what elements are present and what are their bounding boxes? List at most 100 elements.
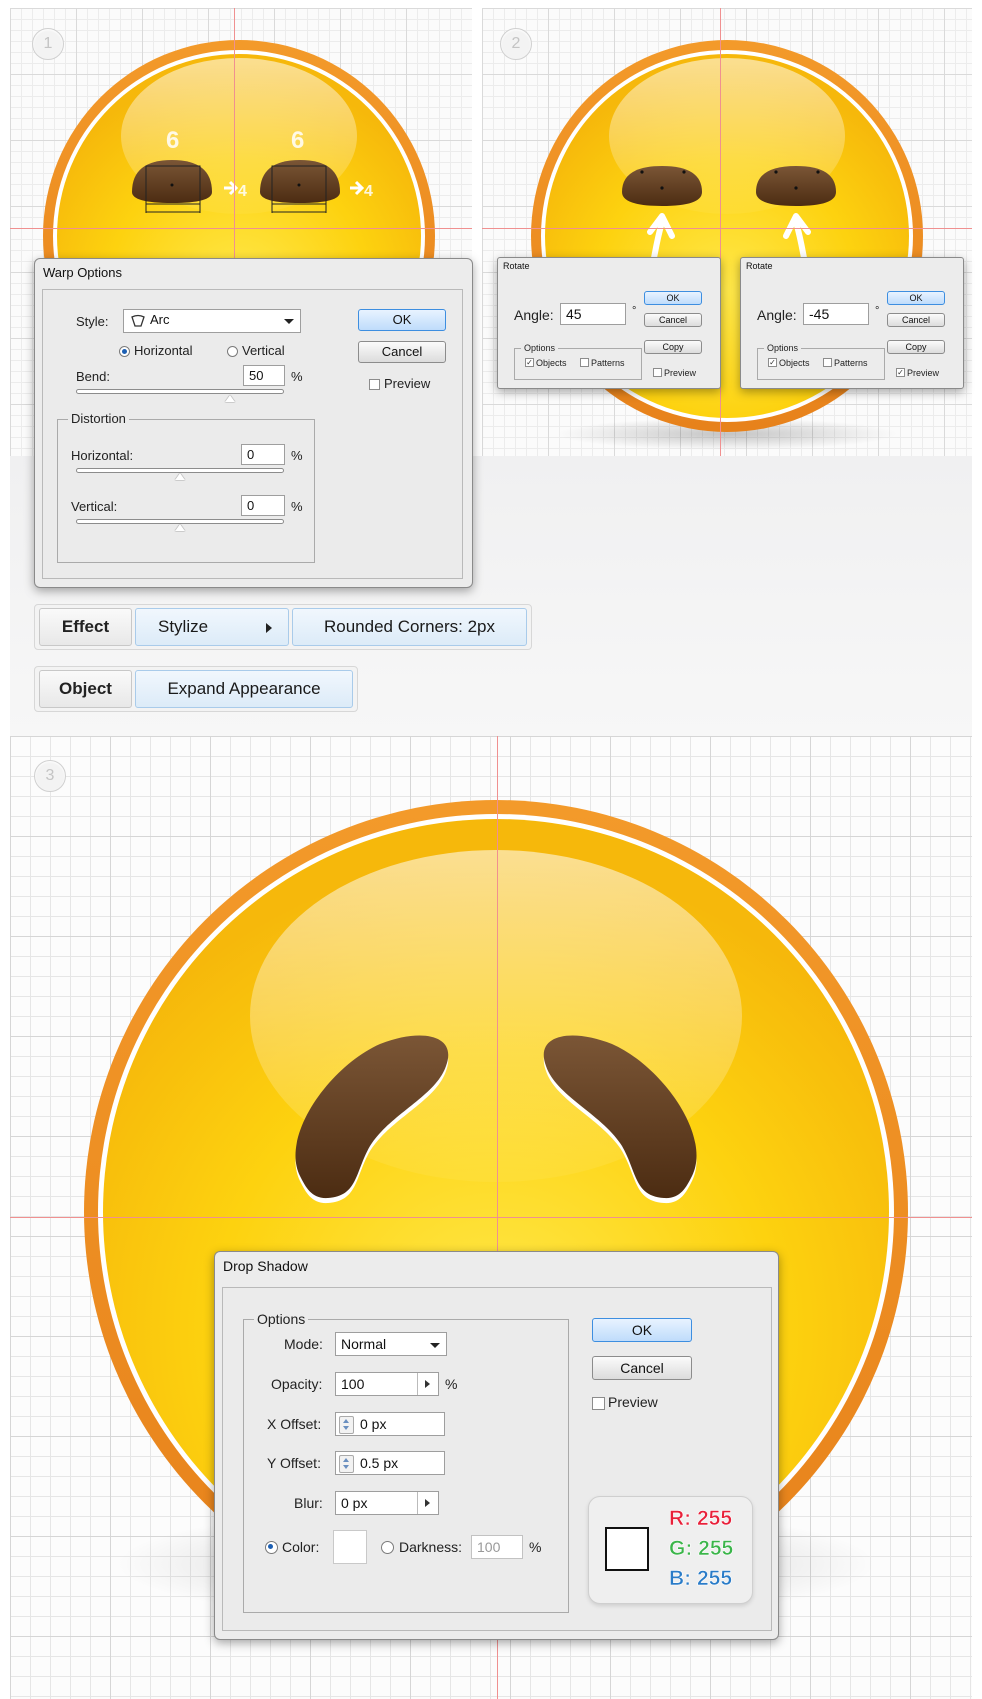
right-eye-shape bbox=[756, 166, 836, 206]
blur-label: Blur: bbox=[294, 1495, 323, 1511]
menu-item-expand-appearance[interactable]: Expand Appearance bbox=[135, 670, 353, 708]
patterns-checkbox[interactable] bbox=[823, 358, 832, 367]
preview-checkbox[interactable] bbox=[369, 379, 380, 390]
opacity-percent: % bbox=[445, 1376, 458, 1392]
menu-item-rounded-corners[interactable]: Rounded Corners: 2px bbox=[292, 608, 527, 646]
degree-symbol: ° bbox=[632, 305, 637, 317]
color-radio[interactable] bbox=[265, 1541, 278, 1554]
chevron-right-icon bbox=[417, 1492, 438, 1514]
horizontal-radio[interactable] bbox=[119, 346, 130, 357]
distortion-horizontal-percent: % bbox=[291, 448, 303, 463]
angle-label: Angle: bbox=[514, 307, 554, 323]
cancel-button[interactable]: Cancel bbox=[358, 341, 446, 363]
mode-dropdown[interactable]: Normal bbox=[335, 1332, 447, 1356]
ok-button[interactable]: OK bbox=[887, 291, 945, 305]
darkness-radio[interactable] bbox=[381, 1541, 394, 1554]
ok-button[interactable]: OK bbox=[592, 1318, 692, 1342]
bend-slider-thumb[interactable] bbox=[225, 395, 235, 402]
distortion-vertical-label: Vertical: bbox=[71, 499, 118, 514]
color-value-callout: R: 255 G: 255 B: 255 bbox=[588, 1496, 753, 1604]
degree-symbol: ° bbox=[875, 305, 880, 317]
eye-height-annotation-right: 6 bbox=[291, 127, 304, 154]
bend-percent: % bbox=[291, 369, 303, 384]
preview-label: Preview bbox=[384, 376, 431, 391]
dialog-title: Rotate bbox=[503, 261, 530, 271]
darkness-percent: % bbox=[529, 1539, 542, 1555]
vertical-radio[interactable] bbox=[227, 346, 238, 357]
opacity-label: Opacity: bbox=[271, 1376, 323, 1392]
warp-options-dialog: Warp Options Style: Arc OK Cancel Horizo… bbox=[34, 258, 473, 588]
eye-width-annotation-right: 4 bbox=[364, 183, 373, 200]
submenu-arrow-icon bbox=[266, 623, 272, 633]
cancel-button[interactable]: Cancel bbox=[644, 313, 702, 327]
angle-input[interactable]: 45 bbox=[560, 303, 626, 325]
options-group-title: Options bbox=[254, 1311, 309, 1327]
distortion-horizontal-thumb[interactable] bbox=[175, 473, 185, 480]
distortion-horizontal-label: Horizontal: bbox=[71, 448, 134, 463]
preview-checkbox[interactable] bbox=[653, 368, 662, 377]
preview-checkbox[interactable] bbox=[592, 1397, 605, 1410]
distortion-vertical-input[interactable]: 0 bbox=[241, 495, 285, 516]
copy-button[interactable]: Copy bbox=[887, 340, 945, 354]
patterns-label: Patterns bbox=[834, 358, 868, 368]
darkness-input[interactable]: 100 bbox=[471, 1535, 523, 1559]
menu-item-stylize[interactable]: Stylize bbox=[135, 608, 289, 646]
menu-item-object[interactable]: Object bbox=[39, 670, 132, 708]
y-offset-label: Y Offset: bbox=[267, 1455, 321, 1471]
rotate-dialog-left: Rotate Angle: 45 ° Options ✓ Objects Pat… bbox=[497, 257, 721, 389]
ok-button[interactable]: OK bbox=[644, 291, 702, 305]
darkness-label: Darkness: bbox=[399, 1539, 463, 1555]
objects-label: Objects bbox=[536, 358, 567, 368]
bend-slider[interactable] bbox=[76, 389, 284, 394]
options-group-title: Options bbox=[521, 343, 559, 353]
angle-input[interactable]: -45 bbox=[803, 303, 869, 325]
angle-label: Angle: bbox=[757, 307, 797, 323]
eye-height-annotation-left: 6 bbox=[166, 127, 179, 154]
horizontal-guide bbox=[10, 1217, 972, 1218]
bend-input[interactable]: 50 bbox=[243, 365, 285, 386]
horizontal-guide bbox=[10, 228, 472, 229]
objects-label: Objects bbox=[779, 358, 810, 368]
preview-label: Preview bbox=[664, 368, 697, 378]
eye-width-annotation-left: 4 bbox=[238, 183, 247, 200]
drop-shadow-dialog: Drop Shadow Options Mode: Normal Opacity… bbox=[214, 1251, 779, 1640]
red-channel-value: R: 255 bbox=[669, 1507, 733, 1531]
preview-checkbox[interactable]: ✓ bbox=[896, 368, 905, 377]
ok-button[interactable]: OK bbox=[358, 309, 446, 331]
dialog-title: Warp Options bbox=[43, 265, 122, 280]
style-dropdown[interactable]: Arc bbox=[123, 309, 301, 333]
objects-checkbox[interactable]: ✓ bbox=[525, 358, 534, 367]
distortion-horizontal-input[interactable]: 0 bbox=[241, 444, 285, 465]
mode-label: Mode: bbox=[284, 1336, 323, 1352]
color-preview-square bbox=[605, 1527, 649, 1571]
patterns-checkbox[interactable] bbox=[580, 358, 589, 367]
cancel-button[interactable]: Cancel bbox=[592, 1356, 692, 1380]
menu-path-effect: Effect Stylize Rounded Corners: 2px bbox=[34, 604, 532, 650]
cancel-button[interactable]: Cancel bbox=[887, 313, 945, 327]
x-offset-input[interactable]: 0 px bbox=[335, 1412, 445, 1436]
dialog-title: Rotate bbox=[746, 261, 773, 271]
chevron-down-icon bbox=[284, 319, 294, 324]
blue-channel-value: B: 255 bbox=[669, 1567, 733, 1591]
blur-input[interactable]: 0 px bbox=[335, 1491, 439, 1515]
dialog-title: Drop Shadow bbox=[223, 1258, 308, 1274]
chevron-down-icon bbox=[430, 1343, 440, 1348]
left-eye-shape bbox=[622, 166, 702, 206]
copy-button[interactable]: Copy bbox=[644, 340, 702, 354]
color-label: Color: bbox=[282, 1539, 320, 1555]
patterns-label: Patterns bbox=[591, 358, 625, 368]
opacity-input[interactable]: 100 bbox=[335, 1372, 439, 1396]
distortion-group-title: Distortion bbox=[68, 411, 129, 426]
color-swatch[interactable] bbox=[333, 1530, 367, 1564]
distortion-group: Distortion bbox=[57, 411, 315, 563]
arc-style-icon bbox=[130, 314, 146, 334]
bend-label: Bend: bbox=[76, 369, 110, 384]
horizontal-radio-label: Horizontal bbox=[134, 343, 193, 358]
menu-item-effect[interactable]: Effect bbox=[39, 608, 132, 646]
objects-checkbox[interactable]: ✓ bbox=[768, 358, 777, 367]
distortion-vertical-thumb[interactable] bbox=[175, 524, 185, 531]
stepper-icon[interactable] bbox=[339, 1455, 354, 1473]
horizontal-guide bbox=[482, 228, 972, 229]
stepper-icon[interactable] bbox=[339, 1416, 354, 1434]
y-offset-input[interactable]: 0.5 px bbox=[335, 1451, 445, 1475]
